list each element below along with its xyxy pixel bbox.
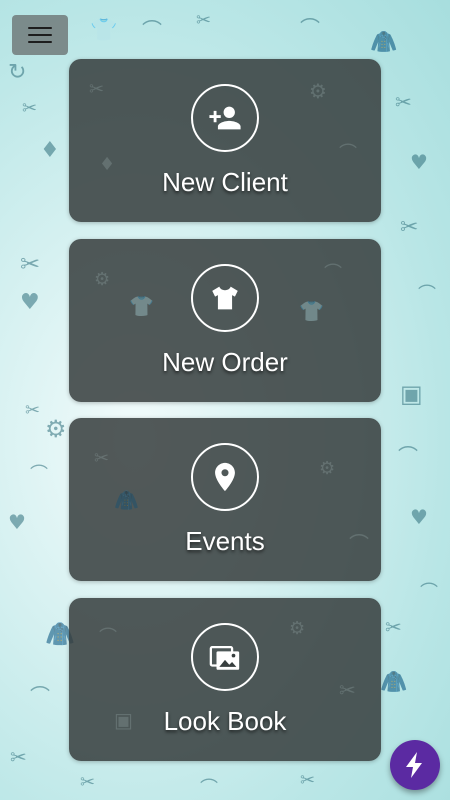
new-client-label: New Client	[162, 167, 288, 197]
events-label: Events	[185, 526, 265, 556]
lightning-bolt-icon	[406, 752, 422, 778]
look-book-tile[interactable]: ⌒ ▣ ⚙ ✂ Look Book	[69, 598, 381, 761]
events-tile[interactable]: ✂ 🧥 ⚙ ⌒ Events	[69, 418, 381, 581]
add-person-icon	[191, 84, 259, 152]
photo-album-icon	[191, 623, 259, 691]
new-client-tile[interactable]: ✂ ⚙ ⌒ ♦ New Client	[69, 59, 381, 222]
menu-icon	[28, 27, 52, 43]
quick-action-button[interactable]	[390, 740, 440, 790]
look-book-label: Look Book	[163, 706, 287, 736]
new-order-tile[interactable]: ⚙ 👕 👕 ⌒ New Order	[69, 239, 381, 402]
menu-button[interactable]	[12, 15, 68, 55]
new-order-label: New Order	[162, 347, 288, 377]
location-pin-icon	[191, 443, 259, 511]
tshirt-icon	[191, 264, 259, 332]
